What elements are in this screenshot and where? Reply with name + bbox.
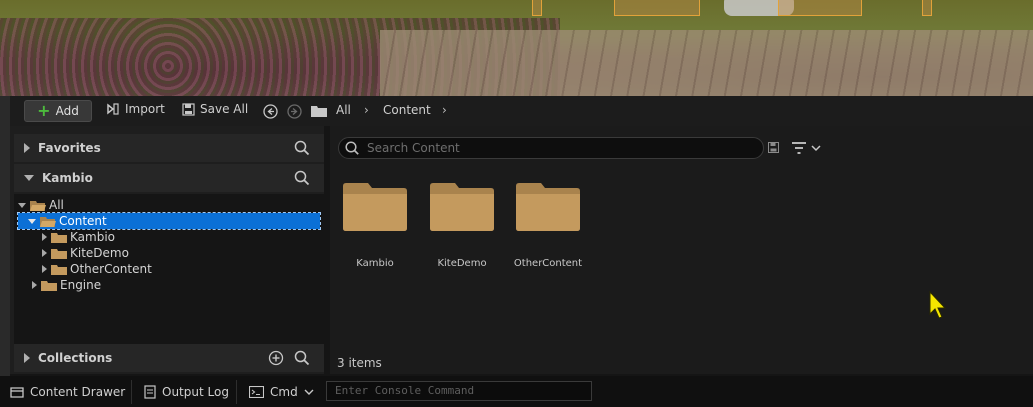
tree-item-othercontent[interactable]: OtherContent (42, 261, 152, 277)
folder-open-icon (30, 200, 46, 211)
separator (236, 380, 237, 404)
collapse-arrow-icon (32, 281, 37, 289)
console-placeholder: Enter Console Command (335, 384, 475, 397)
folder-icon (41, 280, 57, 291)
tree-item-label: Content (59, 214, 107, 228)
favorites-label: Favorites (38, 141, 101, 155)
history-back-icon[interactable] (263, 104, 278, 119)
selected-actor-outline (532, 0, 542, 16)
content-drawer-icon (10, 386, 24, 398)
filter-icon[interactable] (792, 141, 822, 155)
breadcrumb-separator-icon[interactable]: › (364, 103, 369, 117)
folder-icon (516, 183, 580, 231)
output-log-label: Output Log (162, 384, 229, 399)
search-input[interactable]: Search Content (338, 137, 764, 159)
cmd-dropdown[interactable]: Cmd (249, 376, 314, 407)
folder-icon (311, 106, 327, 117)
folder-icon (343, 183, 407, 231)
separator (131, 380, 132, 404)
sources-panel: Favorites Kambio All Content Kambio Kite… (10, 126, 324, 374)
console-command-input[interactable]: Enter Console Command (326, 381, 592, 401)
collapse-arrow-icon (42, 265, 47, 273)
expand-arrow-icon (24, 175, 34, 181)
collapse-arrow-icon (24, 353, 30, 363)
add-button-label: Add (55, 104, 79, 118)
item-count: 3 items (337, 356, 382, 370)
import-button[interactable]: Import (106, 102, 165, 116)
selected-actor-outline (922, 0, 932, 16)
content-drawer-button[interactable]: Content Drawer (10, 376, 125, 407)
collapse-arrow-icon (42, 233, 47, 241)
save-search-icon[interactable] (768, 142, 779, 153)
tree-item-label: OtherContent (70, 262, 152, 276)
folder-open-icon (40, 216, 56, 227)
project-label: Kambio (42, 171, 93, 185)
collapse-arrow-icon (24, 143, 30, 153)
selected-actor-outline (614, 0, 700, 16)
terminal-icon (249, 385, 264, 398)
tree-item-all[interactable]: All (18, 197, 318, 213)
level-viewport[interactable] (0, 0, 1033, 96)
plus-icon: + (37, 101, 51, 120)
folder-tile-kitedemo[interactable]: KiteDemo (427, 182, 497, 269)
add-button[interactable]: + Add (24, 100, 92, 122)
search-icon[interactable] (294, 140, 310, 156)
save-all-label: Save All (200, 102, 249, 116)
tree-item-label: All (49, 198, 64, 212)
breadcrumb-separator-icon[interactable]: › (442, 103, 447, 117)
import-icon (107, 103, 119, 115)
tree-item-engine[interactable]: Engine (32, 277, 101, 293)
mouse-cursor-icon (929, 290, 947, 319)
favorites-header[interactable]: Favorites (14, 134, 324, 162)
folder-icon (51, 248, 67, 259)
content-browser-toolbar: + Add Import Save All All › Content › (10, 96, 1033, 126)
search-icon (345, 141, 359, 155)
asset-view: Search Content Kambio KiteDemo OtherCont… (330, 126, 1033, 374)
collections-header[interactable]: Collections (14, 344, 324, 372)
expand-arrow-icon (28, 218, 36, 224)
project-header[interactable]: Kambio (14, 164, 324, 192)
tree-item-label: Engine (60, 278, 102, 292)
output-log-icon (144, 384, 156, 399)
search-icon[interactable] (294, 350, 310, 366)
folder-icon (430, 183, 494, 231)
chevron-down-icon (304, 389, 314, 395)
breadcrumb-all[interactable]: All (336, 103, 351, 117)
tree-item-content[interactable]: Content (17, 212, 321, 230)
save-all-button[interactable]: Save All (182, 102, 248, 116)
left-edge (0, 96, 10, 376)
tree-item-kambio[interactable]: Kambio (42, 229, 115, 245)
status-bar: Content Drawer Output Log Cmd Enter Cons… (0, 376, 1033, 407)
selected-actor-outline (778, 0, 862, 16)
tree-item-kitedemo[interactable]: KiteDemo (42, 245, 129, 261)
add-collection-icon[interactable] (268, 350, 284, 366)
output-log-button[interactable]: Output Log (144, 376, 229, 407)
search-icon[interactable] (294, 170, 310, 186)
breadcrumb-content[interactable]: Content (383, 103, 431, 117)
cmd-label: Cmd (270, 384, 298, 399)
content-drawer-label: Content Drawer (30, 384, 126, 399)
import-label: Import (125, 102, 165, 116)
folder-icon (51, 232, 67, 243)
viewport-cobblestone (380, 30, 1033, 96)
folder-tile-othercontent[interactable]: OtherContent (513, 182, 583, 269)
search-placeholder: Search Content (367, 141, 460, 155)
folder-label: OtherContent (513, 258, 583, 269)
save-icon (182, 102, 195, 116)
tree-item-label: Kambio (70, 230, 115, 244)
folder-tile-kambio[interactable]: Kambio (340, 182, 410, 269)
history-forward-icon[interactable] (287, 104, 302, 119)
collections-label: Collections (38, 351, 113, 365)
expand-arrow-icon (18, 202, 26, 208)
folder-tree: All Content Kambio KiteDemo OtherContent… (14, 194, 324, 344)
collapse-arrow-icon (42, 249, 47, 257)
tree-item-label: KiteDemo (70, 246, 129, 260)
folder-icon (51, 264, 67, 275)
